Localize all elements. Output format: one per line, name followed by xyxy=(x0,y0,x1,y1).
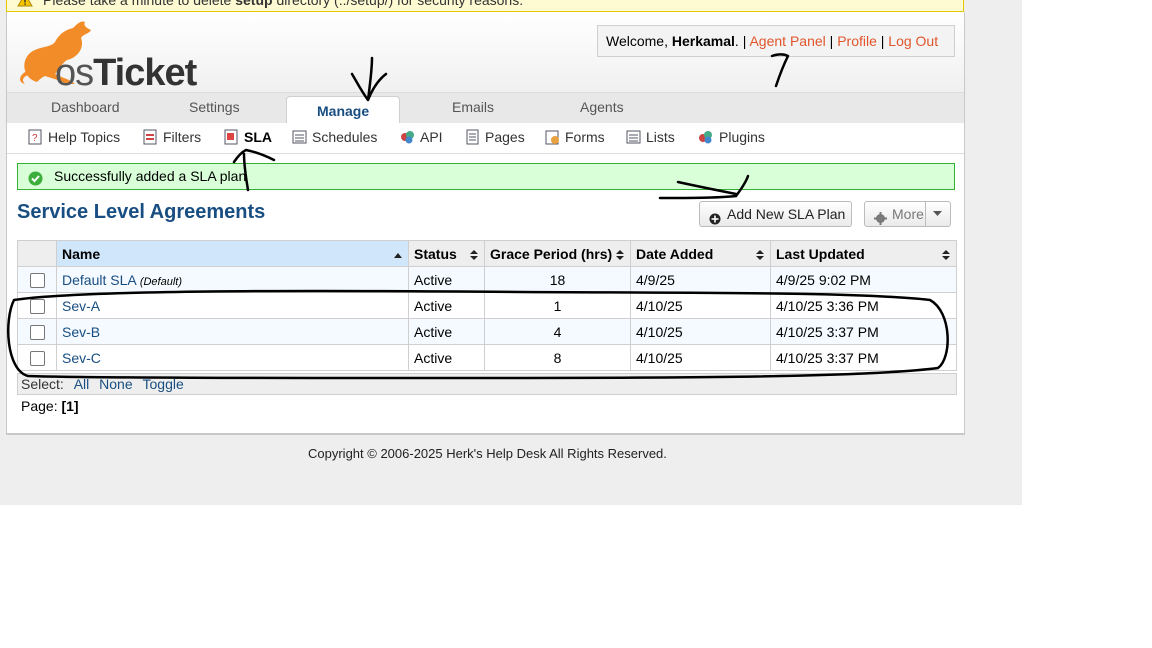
tab-dashboard[interactable]: Dashboard xyxy=(51,99,120,115)
sort-icon xyxy=(942,248,950,264)
user-box: Welcome, Herkamal. | Agent Panel | Profi… xyxy=(597,25,955,57)
plugins-icon xyxy=(699,131,712,144)
sla-icon xyxy=(224,129,238,145)
warning-text-prefix: Please take a minute to delete xyxy=(43,0,232,8)
last-updated-cell: 4/10/25 3:37 PM xyxy=(770,344,957,371)
success-text: Successfully added a SLA plan xyxy=(54,168,247,184)
select-toggle-link[interactable]: Toggle xyxy=(143,376,184,392)
osticket-logo[interactable]: osTicket xyxy=(15,18,225,94)
subnav-sla[interactable]: SLA xyxy=(224,129,272,145)
welcome-label: Welcome, xyxy=(606,33,668,49)
select-label: Select: xyxy=(21,376,64,392)
sla-name-link[interactable]: Sev-C xyxy=(62,350,101,366)
date-added-cell: 4/10/25 xyxy=(630,318,771,345)
column-header-status[interactable]: Status xyxy=(408,240,485,267)
tab-agents[interactable]: Agents xyxy=(580,99,624,115)
logout-link[interactable]: Log Out xyxy=(888,33,938,49)
subnav-api[interactable]: API xyxy=(400,129,443,145)
sla-name-link[interactable]: Sev-B xyxy=(62,324,100,340)
last-updated-cell: 4/10/25 3:36 PM xyxy=(770,292,957,319)
select-none-link[interactable]: None xyxy=(99,376,132,392)
subnav-pages[interactable]: Pages xyxy=(465,129,525,145)
pages-icon xyxy=(466,129,479,145)
tab-settings[interactable]: Settings xyxy=(189,99,240,115)
sort-icon xyxy=(616,248,624,264)
help-topics-icon: ? xyxy=(28,129,42,145)
row-checkbox[interactable] xyxy=(29,324,45,340)
date-added-cell: 4/10/25 xyxy=(630,344,771,371)
subnav-help-topics[interactable]: ? Help Topics xyxy=(28,129,120,145)
tab-emails[interactable]: Emails xyxy=(452,99,494,115)
grace-cell: 8 xyxy=(484,344,631,371)
status-cell: Active xyxy=(408,318,485,345)
header: osTicket Welcome, Herkamal. | Agent Pane… xyxy=(7,12,964,94)
add-new-sla-plan-button[interactable]: Add New SLA Plan xyxy=(699,201,852,227)
subnav-plugins[interactable]: Plugins xyxy=(697,129,765,145)
table-row: Default SLA (Default) Active 18 4/9/25 4… xyxy=(17,266,957,293)
select-column-header xyxy=(17,240,57,267)
row-checkbox[interactable] xyxy=(29,272,45,288)
subnav-lists[interactable]: Lists xyxy=(626,129,675,145)
svg-text:?: ? xyxy=(32,133,38,144)
date-added-cell: 4/10/25 xyxy=(630,292,771,319)
api-icon xyxy=(401,131,414,144)
profile-link[interactable]: Profile xyxy=(837,33,877,49)
footer-copyright: Copyright © 2006-2025 Herk's Help Desk A… xyxy=(308,446,667,461)
subnav-filters[interactable]: Filters xyxy=(143,129,201,145)
sla-name-link[interactable]: Default SLA xyxy=(62,272,136,288)
page-title: Service Level Agreements xyxy=(17,201,266,223)
row-checkbox[interactable] xyxy=(29,350,45,366)
warning-text-bold: setup xyxy=(235,0,273,8)
select-all-link[interactable]: All xyxy=(74,376,90,392)
subnav-forms[interactable]: Forms xyxy=(545,129,605,145)
pagination: Page: [1] xyxy=(21,398,79,414)
status-cell: Active xyxy=(408,266,485,293)
grace-cell: 4 xyxy=(484,318,631,345)
column-header-date-added[interactable]: Date Added xyxy=(630,240,771,267)
last-updated-cell: 4/9/25 9:02 PM xyxy=(770,266,957,293)
default-tag: (Default) xyxy=(139,275,183,288)
warning-icon xyxy=(17,0,33,11)
more-dropdown-button[interactable]: More xyxy=(864,201,951,227)
row-checkbox[interactable] xyxy=(29,298,45,314)
sort-icon xyxy=(756,248,764,264)
sort-asc-icon xyxy=(394,248,402,264)
chevron-down-icon[interactable] xyxy=(925,202,950,226)
lists-icon xyxy=(626,130,641,144)
manage-subnav: ? Help Topics Filters SLA Schedules API … xyxy=(7,123,964,154)
agent-panel-link[interactable]: Agent Panel xyxy=(749,33,825,49)
grace-cell: 1 xyxy=(484,292,631,319)
logo-text: osTicket xyxy=(55,52,197,94)
status-cell: Active xyxy=(408,292,485,319)
tab-manage[interactable]: Manage xyxy=(286,96,401,123)
warning-text-suffix: directory (../setup/) for security reaso… xyxy=(276,0,524,8)
username: Herkamal xyxy=(671,33,735,49)
table-row: Sev-A Active 1 4/10/25 4/10/25 3:36 PM xyxy=(17,292,957,319)
plus-circle-icon xyxy=(709,208,721,232)
gear-icon xyxy=(874,208,887,232)
status-cell: Active xyxy=(408,344,485,371)
sla-table: Name Status Grace Period (hrs) Date Adde… xyxy=(17,240,957,371)
column-header-name[interactable]: Name xyxy=(56,240,409,267)
setup-warning-banner: Please take a minute to delete setup dir… xyxy=(6,0,964,12)
sla-name-link[interactable]: Sev-A xyxy=(62,298,100,314)
schedules-icon xyxy=(292,130,307,144)
check-circle-icon xyxy=(28,169,43,194)
main-tabs: Dashboard Settings Manage Emails Agents xyxy=(7,92,964,124)
column-header-grace-period[interactable]: Grace Period (hrs) xyxy=(484,240,631,267)
date-added-cell: 4/9/25 xyxy=(630,266,771,293)
current-page[interactable]: [1] xyxy=(61,398,78,414)
select-controls: Select: All None Toggle xyxy=(17,373,957,395)
column-header-last-updated[interactable]: Last Updated xyxy=(770,240,957,267)
filters-icon xyxy=(143,129,157,145)
forms-icon xyxy=(545,130,559,145)
page-label: Page: xyxy=(21,398,58,414)
table-row: Sev-B Active 4 4/10/25 4/10/25 3:37 PM xyxy=(17,318,957,345)
grace-cell: 18 xyxy=(484,266,631,293)
subnav-schedules[interactable]: Schedules xyxy=(292,129,377,145)
table-row: Sev-C Active 8 4/10/25 4/10/25 3:37 PM xyxy=(17,344,957,371)
sort-icon xyxy=(470,248,478,264)
last-updated-cell: 4/10/25 3:37 PM xyxy=(770,318,957,345)
success-message: Successfully added a SLA plan xyxy=(17,163,955,190)
